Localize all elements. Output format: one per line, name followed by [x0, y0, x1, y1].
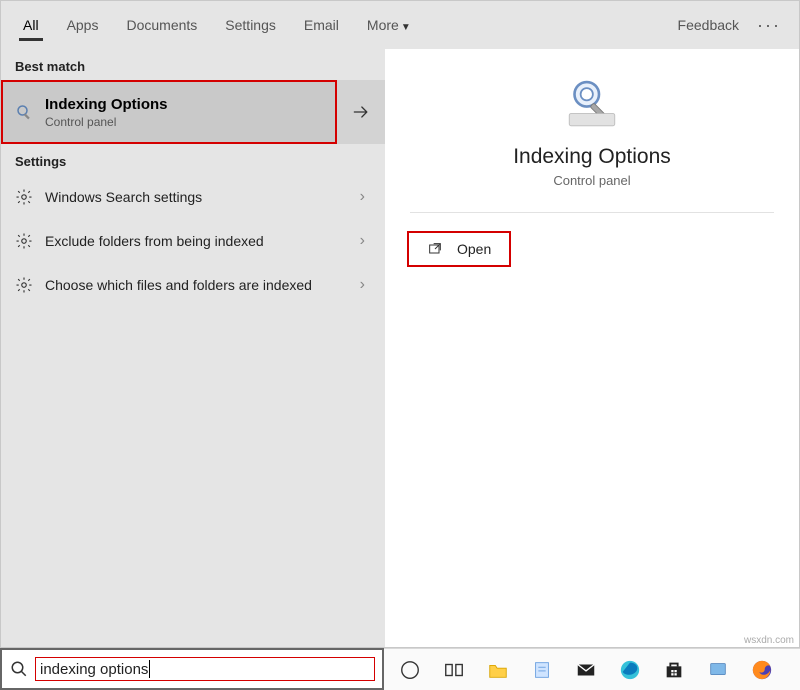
gear-icon — [15, 276, 33, 294]
search-flyout: All Apps Documents Settings Email More▼ … — [0, 0, 800, 648]
search-box[interactable]: indexing options — [0, 648, 384, 690]
chevron-right-icon: › — [354, 188, 371, 206]
open-label: Open — [457, 241, 491, 257]
best-match-result[interactable]: Indexing Options Control panel — [1, 80, 337, 144]
notepad-icon[interactable] — [530, 658, 554, 682]
tab-all[interactable]: All — [9, 3, 53, 47]
firefox-icon[interactable] — [750, 658, 774, 682]
results-pane: Best match Indexing Options Control pane… — [1, 49, 385, 647]
expand-arrow-button[interactable] — [337, 80, 385, 144]
settings-row-search-settings[interactable]: Windows Search settings › — [1, 175, 385, 219]
detail-subtitle: Control panel — [553, 173, 630, 188]
settings-row-exclude-folders[interactable]: Exclude folders from being indexed › — [1, 219, 385, 263]
gear-icon — [15, 232, 33, 250]
open-action[interactable]: Open — [409, 233, 509, 265]
edge-icon[interactable] — [618, 658, 642, 682]
settings-row-label: Windows Search settings — [45, 188, 342, 206]
search-icon — [10, 660, 28, 678]
best-match-heading: Best match — [1, 49, 385, 80]
detail-app-icon — [564, 75, 620, 145]
search-query-text: indexing options — [40, 661, 148, 678]
best-match-subtitle: Control panel — [45, 115, 168, 129]
open-icon — [427, 241, 443, 257]
cortana-icon[interactable] — [398, 658, 422, 682]
tab-settings[interactable]: Settings — [211, 3, 290, 47]
settings-row-label: Exclude folders from being indexed — [45, 232, 342, 250]
divider — [410, 212, 774, 213]
text-cursor — [149, 660, 150, 678]
mail-icon[interactable] — [574, 658, 598, 682]
security-icon[interactable] — [706, 658, 730, 682]
chevron-right-icon: › — [354, 232, 371, 250]
chevron-down-icon: ▼ — [401, 22, 411, 33]
tab-email[interactable]: Email — [290, 3, 353, 47]
overflow-menu-icon[interactable]: ··· — [747, 15, 791, 36]
detail-pane: Indexing Options Control panel Open — [385, 49, 799, 647]
settings-heading: Settings — [1, 144, 385, 175]
watermark: wsxdn.com — [744, 635, 794, 646]
detail-title: Indexing Options — [513, 145, 671, 169]
file-explorer-icon[interactable] — [486, 658, 510, 682]
store-icon[interactable] — [662, 658, 686, 682]
arrow-right-icon — [351, 102, 371, 122]
settings-row-label: Choose which files and folders are index… — [45, 276, 342, 294]
taskbar — [384, 648, 800, 690]
chevron-right-icon: › — [354, 276, 371, 294]
task-view-icon[interactable] — [442, 658, 466, 682]
best-match-title: Indexing Options — [45, 96, 168, 113]
tab-apps[interactable]: Apps — [53, 3, 113, 47]
tab-more[interactable]: More▼ — [353, 3, 425, 47]
search-input[interactable]: indexing options — [36, 658, 374, 680]
feedback-link[interactable]: Feedback — [670, 17, 747, 33]
settings-row-choose-files[interactable]: Choose which files and folders are index… — [1, 263, 385, 307]
gear-icon — [15, 188, 33, 206]
tab-documents[interactable]: Documents — [112, 3, 211, 47]
indexing-options-icon — [15, 103, 33, 121]
filter-tabbar: All Apps Documents Settings Email More▼ … — [1, 1, 799, 49]
